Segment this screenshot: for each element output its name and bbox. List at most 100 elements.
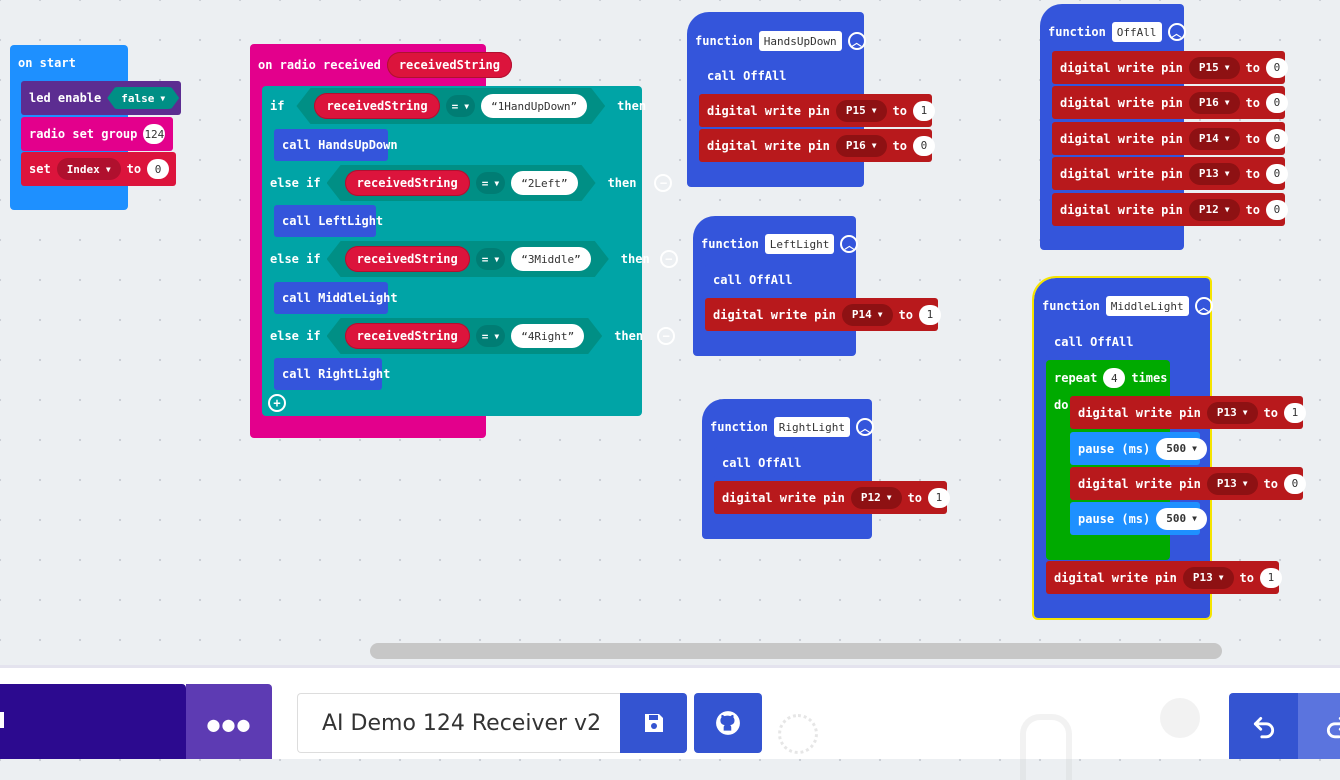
function-name-field[interactable]: OffAll bbox=[1111, 22, 1162, 42]
call-handsupdown-block[interactable]: call HandsUpDown bbox=[274, 129, 398, 161]
call-leftlight-block[interactable]: call LeftLight bbox=[274, 205, 383, 237]
digital-write-pin-block[interactable]: digital write pin P16 ▼ to 0 bbox=[1052, 86, 1288, 119]
condition-string[interactable]: “4Right” bbox=[511, 324, 584, 348]
else-if-row: else if receivedString = ▼ “2Left” then − bbox=[262, 165, 680, 201]
compare-block[interactable]: receivedString = ▼ “4Right” bbox=[327, 318, 603, 354]
horizontal-scrollbar[interactable] bbox=[370, 643, 1222, 659]
add-branch-icon[interactable]: + bbox=[268, 394, 286, 412]
digital-write-pin-block[interactable]: digital write pin P13 ▼ to 0 bbox=[1070, 467, 1306, 500]
digital-write-pin-block[interactable]: digital write pin P13 ▼ to 0 bbox=[1052, 157, 1288, 190]
condition-variable[interactable]: receivedString bbox=[345, 246, 470, 272]
led-enable-dropdown[interactable]: false ▼ bbox=[107, 87, 179, 109]
pin-value[interactable]: 1 bbox=[927, 487, 950, 508]
operator-dropdown[interactable]: = ▼ bbox=[476, 248, 505, 270]
pin-value[interactable]: 0 bbox=[1265, 163, 1288, 184]
digital-write-pin-block[interactable]: digital write pin P13 ▼ to 1 bbox=[1046, 561, 1282, 594]
pause-block[interactable]: pause (ms) 500 ▼ bbox=[1070, 502, 1207, 535]
condition-string[interactable]: “3Middle” bbox=[511, 247, 591, 271]
set-value[interactable]: 0 bbox=[147, 159, 170, 179]
pin-dropdown[interactable]: P13 ▼ bbox=[1206, 401, 1258, 424]
pin-value[interactable]: 1 bbox=[918, 304, 941, 325]
pin-dropdown[interactable]: P15 ▼ bbox=[835, 99, 887, 122]
project-name-input[interactable]: AI Demo 124 Receiver v2 bbox=[297, 693, 620, 753]
pin-dropdown[interactable]: P12 ▼ bbox=[1188, 198, 1240, 221]
operator-dropdown[interactable]: = ▼ bbox=[476, 325, 505, 347]
github-button[interactable] bbox=[694, 693, 762, 753]
digital-write-pin-block[interactable]: digital write pin P15 ▼ to 1 bbox=[699, 94, 935, 127]
call-offall-block[interactable]: call OffAll bbox=[714, 447, 801, 479]
compare-block[interactable]: receivedString = ▼ “3Middle” bbox=[327, 241, 609, 277]
call-rightlight-block[interactable]: call RightLight bbox=[274, 358, 390, 390]
pin-dropdown[interactable]: P13 ▼ bbox=[1182, 566, 1234, 589]
pin-value[interactable]: 0 bbox=[1283, 473, 1306, 494]
pin-dropdown[interactable]: P16 ▼ bbox=[1188, 91, 1240, 114]
pin-dropdown[interactable]: P14 ▼ bbox=[841, 303, 893, 326]
digital-write-pin-block[interactable]: digital write pin P12 ▼ to 0 bbox=[1052, 193, 1288, 226]
pause-dropdown[interactable]: 500 ▼ bbox=[1156, 437, 1207, 460]
pin-dropdown[interactable]: P16 ▼ bbox=[835, 134, 887, 157]
digital-write-pin-block[interactable]: digital write pin P12 ▼ to 1 bbox=[714, 481, 950, 514]
pin-value[interactable]: 1 bbox=[912, 100, 935, 121]
remove-branch-icon[interactable]: − bbox=[657, 327, 676, 345]
operator-dropdown[interactable]: = ▼ bbox=[446, 95, 475, 117]
pin-value[interactable]: 0 bbox=[1265, 92, 1288, 113]
digital-write-pin-block[interactable]: digital write pin P14 ▼ to 1 bbox=[705, 298, 941, 331]
pin-dropdown[interactable]: P15 ▼ bbox=[1188, 56, 1240, 79]
digital-write-pin-block[interactable]: digital write pin P14 ▼ to 0 bbox=[1052, 122, 1288, 155]
compare-block[interactable]: receivedString = ▼ “1HandUpDown” bbox=[296, 88, 605, 124]
condition-variable[interactable]: receivedString bbox=[314, 93, 439, 119]
pin-dropdown[interactable]: P13 ▼ bbox=[1188, 162, 1240, 185]
set-index-block[interactable]: set Index ▼ to 0 bbox=[21, 152, 176, 186]
repeat-count[interactable]: 4 bbox=[1103, 368, 1126, 388]
pause-block[interactable]: pause (ms) 500 ▼ bbox=[1070, 432, 1207, 465]
collapse-icon[interactable]: ︿ bbox=[1167, 23, 1186, 41]
variable-dropdown[interactable]: Index ▼ bbox=[56, 158, 121, 180]
digital-write-pin-block[interactable]: digital write pin P15 ▼ to 0 bbox=[1052, 51, 1288, 84]
condition-string[interactable]: “2Left” bbox=[511, 171, 577, 195]
remove-branch-icon[interactable]: − bbox=[659, 250, 678, 268]
received-string-param[interactable]: receivedString bbox=[386, 52, 512, 78]
if-row: if receivedString = ▼ “1HandUpDown” then bbox=[262, 88, 654, 124]
condition-variable[interactable]: receivedString bbox=[345, 323, 470, 349]
pin-value[interactable]: 0 bbox=[1265, 128, 1288, 149]
led-enable-block[interactable]: led enable false ▼ bbox=[21, 81, 181, 115]
loading-spinner-icon bbox=[778, 714, 818, 754]
undo-button[interactable] bbox=[1229, 693, 1298, 759]
condition-string[interactable]: “1HandUpDown” bbox=[481, 94, 587, 118]
call-middlelight-block[interactable]: call MiddleLight bbox=[274, 282, 398, 314]
dropdown-caret-icon: ▼ bbox=[1224, 169, 1230, 178]
code-workspace[interactable]: on start led enable false ▼ radio set gro… bbox=[0, 0, 1340, 665]
pause-dropdown[interactable]: 500 ▼ bbox=[1156, 507, 1207, 530]
remove-branch-icon[interactable]: − bbox=[654, 174, 673, 192]
pin-value[interactable]: 1 bbox=[1283, 402, 1306, 423]
pin-value[interactable]: 1 bbox=[1259, 567, 1282, 588]
collapse-icon[interactable]: ︿ bbox=[847, 32, 866, 50]
call-offall-block[interactable]: call OffAll bbox=[705, 264, 792, 296]
function-name-field[interactable]: HandsUpDown bbox=[758, 31, 842, 51]
radio-group-value[interactable]: 124 bbox=[143, 124, 166, 144]
function-name-field[interactable]: RightLight bbox=[773, 417, 851, 437]
download-button[interactable] bbox=[0, 684, 186, 759]
condition-variable[interactable]: receivedString bbox=[345, 170, 470, 196]
pin-value[interactable]: 0 bbox=[912, 135, 935, 156]
redo-button[interactable] bbox=[1298, 693, 1340, 759]
pin-value[interactable]: 0 bbox=[1265, 57, 1288, 78]
pin-dropdown[interactable]: P13 ▼ bbox=[1206, 472, 1258, 495]
pin-dropdown[interactable]: P14 ▼ bbox=[1188, 127, 1240, 150]
function-name-field[interactable]: LeftLight bbox=[764, 234, 835, 254]
collapse-icon[interactable]: ︿ bbox=[1194, 297, 1213, 315]
collapse-icon[interactable]: ︿ bbox=[856, 418, 875, 436]
digital-write-pin-block[interactable]: digital write pin P13 ▼ to 1 bbox=[1070, 396, 1306, 429]
digital-write-pin-block[interactable]: digital write pin P16 ▼ to 0 bbox=[699, 129, 935, 162]
collapse-icon[interactable]: ︿ bbox=[840, 235, 859, 253]
save-button[interactable] bbox=[620, 693, 687, 753]
call-offall-block[interactable]: call OffAll bbox=[699, 60, 786, 92]
compare-block[interactable]: receivedString = ▼ “2Left” bbox=[327, 165, 596, 201]
pin-value[interactable]: 0 bbox=[1265, 199, 1288, 220]
call-offall-block[interactable]: call OffAll bbox=[1046, 326, 1133, 358]
operator-dropdown[interactable]: = ▼ bbox=[476, 172, 505, 194]
pin-dropdown[interactable]: P12 ▼ bbox=[850, 486, 902, 509]
function-name-field[interactable]: MiddleLight bbox=[1105, 296, 1189, 316]
more-button[interactable]: ●●● bbox=[186, 684, 272, 759]
radio-set-group-block[interactable]: radio set group 124 bbox=[21, 117, 173, 151]
